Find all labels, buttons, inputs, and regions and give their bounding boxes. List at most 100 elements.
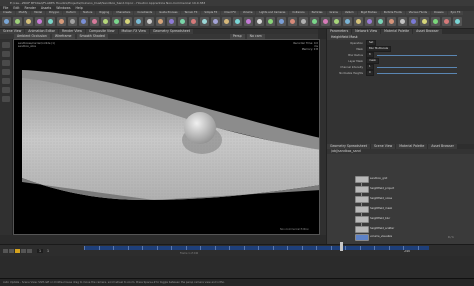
param-slider[interactable] [376, 54, 457, 56]
tab-asset-browser-2[interactable]: Asset Browser [428, 144, 457, 149]
shelf-tab[interactable]: Simple FX [201, 11, 221, 15]
shelf-tab[interactable]: Constraints [134, 11, 156, 15]
shelf-tool-icon[interactable] [145, 16, 154, 26]
shelf-tool-icon[interactable] [79, 16, 88, 26]
shelf-tool-icon[interactable] [2, 16, 11, 26]
tab-material-palette[interactable]: Material Palette [381, 29, 413, 34]
param-slider[interactable] [376, 66, 457, 68]
shelf-tab[interactable]: Pyro FX [447, 11, 464, 15]
shelf-tool-icon[interactable] [420, 16, 429, 26]
shelf-tool-icon[interactable] [90, 16, 99, 26]
shelf-tab[interactable]: Vellum [341, 11, 357, 15]
rotate-tool-icon[interactable] [2, 60, 10, 66]
shelf-tool-icon[interactable] [453, 16, 462, 26]
shelf-tool-icon[interactable] [222, 16, 231, 26]
shelf-tool-icon[interactable] [134, 16, 143, 26]
network-node[interactable] [355, 196, 369, 203]
shelf-tab[interactable]: Collisions [289, 11, 308, 15]
shelf-tool-icon[interactable] [13, 16, 22, 26]
shelf-tool-icon[interactable] [57, 16, 66, 26]
shelf-tab[interactable]: Cloud FX [221, 11, 239, 15]
network-node-selected[interactable] [355, 234, 369, 241]
shelf-tab[interactable]: Guide Process [156, 11, 181, 15]
skip-start-icon[interactable] [3, 248, 8, 253]
shelf-tool-icon[interactable] [354, 16, 363, 26]
tab-asset-browser[interactable]: Asset Browser [413, 29, 442, 34]
step-back-icon[interactable] [9, 248, 14, 253]
shelf-tab[interactable]: Lights and Cameras [256, 11, 289, 15]
shelf-tool-icon[interactable] [35, 16, 44, 26]
shelf-tool-icon[interactable] [266, 16, 275, 26]
shelf-tool-icon[interactable] [365, 16, 374, 26]
shelf-tool-icon[interactable] [123, 16, 132, 26]
shelf-tab[interactable]: Characters [113, 11, 134, 15]
select-tool-icon[interactable] [2, 42, 10, 48]
frame-field[interactable]: 1 [37, 248, 44, 253]
shelf-tab[interactable]: Polygon [46, 11, 63, 15]
shelf-tool-icon[interactable] [178, 16, 187, 26]
shelf-tool-icon[interactable] [189, 16, 198, 26]
shelf-tool-icon[interactable] [167, 16, 176, 26]
network-node[interactable] [355, 186, 369, 193]
view-tool-icon[interactable] [2, 96, 10, 102]
shelf-tool-icon[interactable] [46, 16, 55, 26]
shelf-tab[interactable]: Create [0, 11, 15, 15]
skip-end-icon[interactable] [27, 248, 32, 253]
shelf-tab[interactable]: Modify [15, 11, 31, 15]
shelf-tab[interactable]: Grains [326, 11, 341, 15]
tab-material-palette-2[interactable]: Material Palette [396, 144, 428, 149]
step-forward-icon[interactable] [21, 248, 26, 253]
shelf-tool-icon[interactable] [24, 16, 33, 26]
shelf-tool-icon[interactable] [299, 16, 308, 26]
shelf-tab[interactable]: Rigging [96, 11, 113, 15]
shelf-tool-icon[interactable] [68, 16, 77, 26]
shelf-tab[interactable]: Model [31, 11, 46, 15]
shelf-tab[interactable]: Texture [79, 11, 96, 15]
shelf-tab[interactable]: Deform [63, 11, 79, 15]
shelf-tab[interactable]: Rigid Bodies [357, 11, 380, 15]
scale-tool-icon[interactable] [2, 69, 10, 75]
shelf-tool-icon[interactable] [112, 16, 121, 26]
tab-scene-view-2[interactable]: Scene View [370, 144, 396, 149]
shelf-tab[interactable]: Volume [239, 11, 256, 15]
shelf-tool-icon[interactable] [431, 16, 440, 26]
shelf-tool-icon[interactable] [376, 16, 385, 26]
move-tool-icon[interactable] [2, 51, 10, 57]
shelf-tool-icon[interactable] [387, 16, 396, 26]
network-node[interactable] [355, 206, 369, 213]
shelf-tool-icon[interactable] [310, 16, 319, 26]
shelf-tool-icon[interactable] [200, 16, 209, 26]
shelf-tab[interactable]: Terrain FX [181, 11, 201, 15]
shelf-tab[interactable]: Oceans [430, 11, 447, 15]
network-node[interactable] [355, 216, 369, 223]
network-node[interactable] [355, 176, 369, 183]
network-path[interactable]: /obj/sandbox_sand [327, 149, 474, 154]
shelf-tool-icon[interactable] [101, 16, 110, 26]
start-frame[interactable]: 1 [47, 249, 49, 253]
shelf-tool-icon[interactable] [332, 16, 341, 26]
shelf-tab[interactable]: Particles [308, 11, 326, 15]
shelf-tool-icon[interactable] [321, 16, 330, 26]
shelf-tool-icon[interactable] [398, 16, 407, 26]
pose-tool-icon[interactable] [2, 87, 10, 93]
shelf-tab[interactable]: Particle Fluids [380, 11, 405, 15]
shelf-tool-icon[interactable] [409, 16, 418, 26]
shelf-tool-icon[interactable] [288, 16, 297, 26]
shelf-tool-icon[interactable] [244, 16, 253, 26]
play-icon[interactable] [15, 248, 20, 253]
shelf-tool-icon[interactable] [277, 16, 286, 26]
shelf-tool-icon[interactable] [156, 16, 165, 26]
playhead[interactable] [340, 242, 343, 251]
shelf-tool-icon[interactable] [255, 16, 264, 26]
handle-tool-icon[interactable] [2, 78, 10, 84]
shelf-tool-icon[interactable] [233, 16, 242, 26]
param-slider[interactable] [376, 72, 457, 74]
param-value[interactable]: 0 [366, 70, 374, 76]
shelf-tool-icon[interactable] [442, 16, 451, 26]
network-node[interactable] [355, 226, 369, 233]
shelf-tool-icon[interactable] [211, 16, 220, 26]
scene-viewport[interactable] [13, 39, 320, 235]
timeline[interactable] [84, 246, 429, 250]
shelf-tool-icon[interactable] [343, 16, 352, 26]
shelf-tab[interactable]: Viscous Fluids [405, 11, 430, 15]
